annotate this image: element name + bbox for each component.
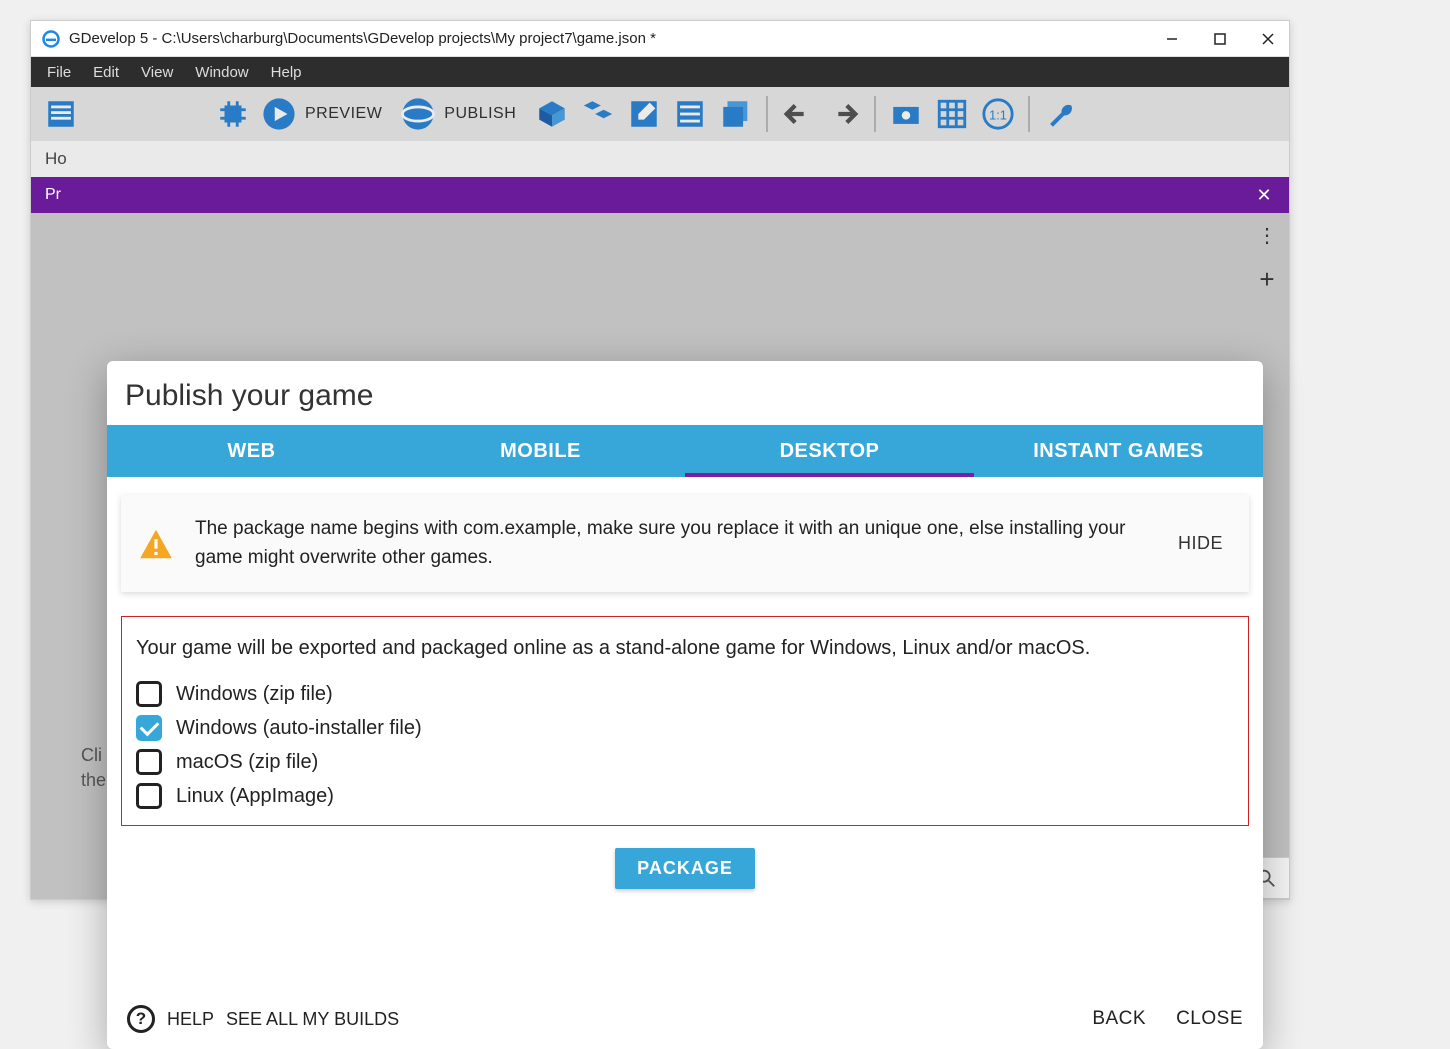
dialog-footer: ? HELP SEE ALL MY BUILDS BACK CLOSE	[107, 989, 1263, 1049]
publish-label[interactable]: PUBLISH	[444, 105, 516, 123]
undo-icon[interactable]	[778, 94, 818, 134]
tab-mobile[interactable]: MOBILE	[396, 425, 685, 477]
edit-icon[interactable]	[624, 94, 664, 134]
preview-label[interactable]: PREVIEW	[305, 105, 382, 123]
titlebar[interactable]: GDevelop 5 - C:\Users\charburg\Documents…	[31, 21, 1289, 57]
checkbox-label: macOS (zip file)	[176, 751, 318, 774]
warning-text: The package name begins with com.example…	[195, 515, 1148, 572]
preview-icon[interactable]	[259, 94, 299, 134]
warning-banner: The package name begins with com.example…	[121, 495, 1249, 592]
maximize-button[interactable]	[1209, 28, 1231, 50]
project-tab-row: Pr ✕	[31, 177, 1289, 213]
tab-desktop[interactable]: DESKTOP	[685, 425, 974, 477]
close-dialog-button[interactable]: CLOSE	[1176, 1008, 1243, 1030]
checkbox-icon[interactable]	[136, 681, 162, 707]
cube-icon[interactable]	[532, 94, 572, 134]
menu-view[interactable]: View	[131, 61, 183, 84]
toolbar-separator	[766, 96, 768, 132]
dialog-title: Publish your game	[107, 361, 1263, 425]
menu-window[interactable]: Window	[185, 61, 258, 84]
checkbox-windows-autoinstaller[interactable]: Windows (auto-installer file)	[136, 711, 1234, 745]
warning-icon	[137, 525, 175, 563]
add-button[interactable]: +	[1249, 261, 1285, 297]
checkbox-icon[interactable]	[136, 783, 162, 809]
tab-web[interactable]: WEB	[107, 425, 396, 477]
dialog-tabs: WEB MOBILE DESKTOP INSTANT GAMES	[107, 425, 1263, 477]
app-window: GDevelop 5 - C:\Users\charburg\Documents…	[30, 20, 1290, 900]
window-controls	[1161, 28, 1279, 50]
export-description: Your game will be exported and packaged …	[136, 633, 1234, 663]
export-options-box: Your game will be exported and packaged …	[121, 616, 1249, 826]
editor-tabs: Ho	[31, 141, 1289, 177]
menu-file[interactable]: File	[37, 61, 81, 84]
minimize-button[interactable]	[1161, 28, 1183, 50]
project-tab-partial[interactable]: Pr	[45, 186, 61, 204]
menu-edit[interactable]: Edit	[83, 61, 129, 84]
checkbox-icon[interactable]	[136, 749, 162, 775]
checkbox-icon[interactable]	[136, 715, 162, 741]
help-link[interactable]: HELP	[167, 1009, 214, 1030]
back-button[interactable]: BACK	[1092, 1008, 1146, 1030]
wrench-icon[interactable]	[1040, 94, 1080, 134]
tab-close-button[interactable]: ✕	[1243, 177, 1285, 213]
bg-hint-text: Cli the	[81, 743, 106, 793]
window-title: GDevelop 5 - C:\Users\charburg\Documents…	[69, 30, 1161, 47]
checkbox-label: Linux (AppImage)	[176, 785, 334, 808]
checkbox-macos-zip[interactable]: macOS (zip file)	[136, 745, 1234, 779]
see-all-builds-link[interactable]: SEE ALL MY BUILDS	[226, 1009, 399, 1030]
menu-help[interactable]: Help	[261, 61, 312, 84]
publish-dialog: Publish your game WEB MOBILE DESKTOP INS…	[107, 361, 1263, 1049]
cubes-icon[interactable]	[578, 94, 618, 134]
checkbox-windows-zip[interactable]: Windows (zip file)	[136, 677, 1234, 711]
svg-text:1:1: 1:1	[989, 108, 1007, 123]
toolbar-separator-2	[874, 96, 876, 132]
layers-icon[interactable]	[716, 94, 756, 134]
package-button[interactable]: PACKAGE	[615, 848, 755, 889]
toolbar-separator-3	[1028, 96, 1030, 132]
toolbar: PREVIEW PUBLISH 1:1	[31, 87, 1289, 141]
chip-icon[interactable]	[213, 94, 253, 134]
checkbox-label: Windows (zip file)	[176, 683, 333, 706]
list-icon[interactable]	[670, 94, 710, 134]
menu-bar: File Edit View Window Help	[31, 57, 1289, 87]
editor-body: ⋮ + Cli the 843;258 Search Publish your …	[31, 213, 1289, 899]
checkbox-label: Windows (auto-installer file)	[176, 717, 422, 740]
redo-icon[interactable]	[824, 94, 864, 134]
close-button[interactable]	[1257, 28, 1279, 50]
app-logo-icon	[41, 29, 61, 49]
checkbox-linux-appimage[interactable]: Linux (AppImage)	[136, 779, 1234, 813]
hide-warning-button[interactable]: HIDE	[1168, 527, 1233, 560]
more-menu-button[interactable]: ⋮	[1249, 217, 1285, 253]
publish-icon[interactable]	[398, 94, 438, 134]
home-tab-partial[interactable]: Ho	[45, 149, 67, 169]
tab-instant-games[interactable]: INSTANT GAMES	[974, 425, 1263, 477]
project-icon[interactable]	[41, 94, 81, 134]
grid-icon[interactable]	[932, 94, 972, 134]
help-icon[interactable]: ?	[127, 1005, 155, 1033]
zoom-reset-icon[interactable]: 1:1	[978, 94, 1018, 134]
camera-icon[interactable]	[886, 94, 926, 134]
